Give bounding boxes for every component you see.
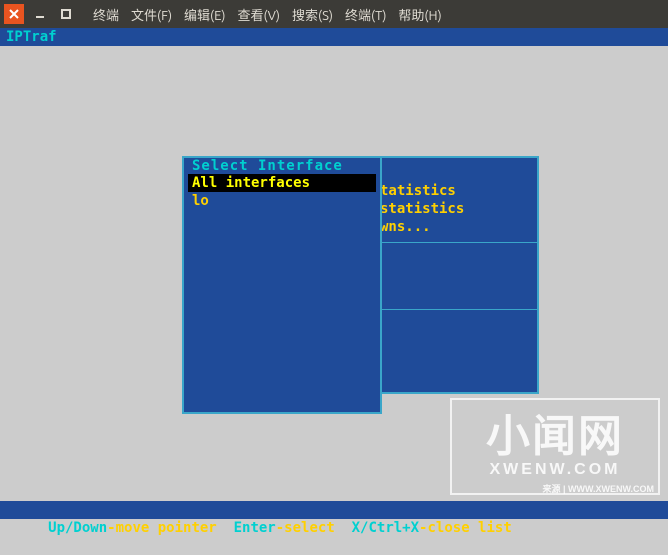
watermark-text: 小闻网 [486,415,624,459]
interface-item-all[interactable]: All interfaces [188,174,376,192]
app-title-text: IPTraf [6,29,57,45]
menubar: 终端 文件(F) 编辑(E) 查看(V) 搜索(S) 终端(T) 帮助(H) [93,5,442,24]
select-interface-box: Select Interface All interfaces lo [182,156,382,414]
menu-search[interactable]: 搜索(S) [292,5,333,24]
bg-menu-line[interactable]: wns... [380,218,537,236]
window-titlebar: 终端 文件(F) 编辑(E) 查看(V) 搜索(S) 终端(T) 帮助(H) [0,0,668,28]
bg-menu-line[interactable]: statistics [380,200,537,218]
menu-help[interactable]: 帮助(H) [398,5,441,24]
app-title: IPTraf [0,28,668,46]
maximize-icon[interactable] [56,4,76,24]
status-key-close: X/Ctrl+X [352,520,419,536]
status-text: -select [276,520,352,536]
watermark-url: 来源 | WWW.XWENW.COM [542,482,654,495]
watermark: 小闻网 XWENW.COM 来源 | WWW.XWENW.COM [450,398,660,495]
menu-file[interactable]: 文件(F) [131,5,172,24]
status-key-enter: Enter [234,520,276,536]
menu-terminal[interactable]: 终端 [93,5,119,24]
watermark-sub: XWENW.COM [490,461,621,479]
background-menu: tatistics statistics wns... [374,156,539,394]
close-icon[interactable] [4,4,24,24]
minimize-icon[interactable] [30,4,50,24]
menu-view[interactable]: 查看(V) [238,5,280,24]
menu-terminal2[interactable]: 终端(T) [345,5,386,24]
menu-edit[interactable]: 编辑(E) [184,5,225,24]
bg-menu-line[interactable]: tatistics [380,182,537,200]
bg-menu-separator [380,309,537,310]
select-interface-title: Select Interface [190,158,345,174]
status-bar: Up/Down-move pointer Enter-select X/Ctrl… [0,501,668,519]
status-text: -move pointer [107,520,233,536]
status-text: -close list [419,520,512,536]
interface-item-lo[interactable]: lo [184,192,380,210]
status-key-updown: Up/Down [40,520,107,536]
terminal-area: IPTraf tatistics statistics wns... Selec… [0,28,668,519]
bg-menu-separator [380,242,537,243]
